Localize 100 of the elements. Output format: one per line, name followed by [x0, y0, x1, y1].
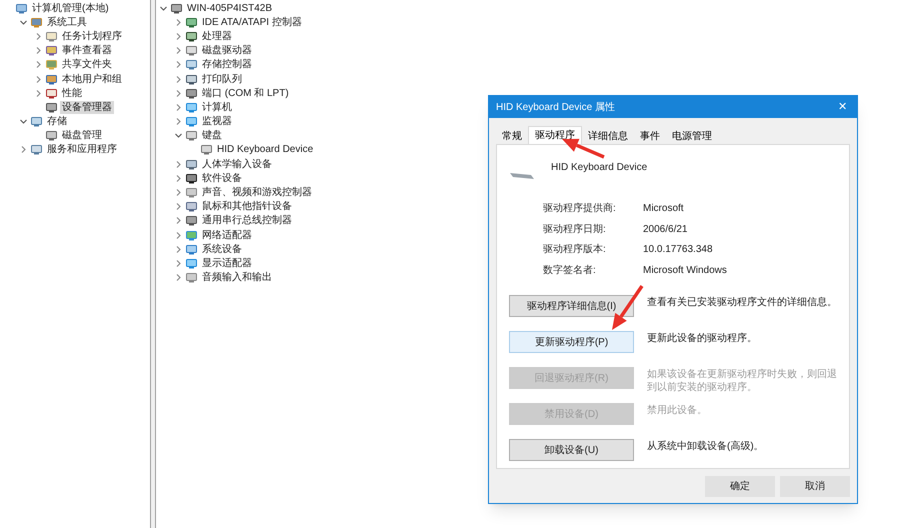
device-icon: [186, 172, 197, 184]
window-title: HID Keyboard Device 属性: [496, 100, 615, 114]
expand-chevron-icon[interactable]: [34, 32, 43, 41]
tree-item[interactable]: 端口 (COM 和 LPT): [200, 86, 291, 100]
property-label: 数字签名者:: [543, 264, 597, 278]
expand-chevron-icon[interactable]: [34, 46, 43, 56]
tree-item[interactable]: 磁盘驱动器: [200, 44, 254, 58]
action-button[interactable]: 驱动程序详细信息(I): [509, 295, 634, 317]
tab[interactable]: 常规: [496, 128, 528, 144]
tree-item[interactable]: 网络适配器: [200, 228, 254, 242]
expand-chevron-icon[interactable]: [34, 60, 43, 70]
tree-item[interactable]: 音频输入和输出: [200, 271, 274, 284]
property-value: 10.0.17763.348: [643, 243, 713, 258]
device-icon: [171, 2, 182, 14]
device-icon: [46, 59, 57, 70]
tree-item[interactable]: 显示适配器: [200, 256, 254, 270]
tree-item[interactable]: 任务计划程序: [60, 30, 124, 43]
expand-chevron-icon[interactable]: [174, 188, 183, 198]
tree-item[interactable]: 通用串行总线控制器: [200, 214, 294, 228]
tree-item[interactable]: 系统设备: [200, 242, 244, 256]
expand-chevron-icon[interactable]: [174, 244, 183, 254]
action-button[interactable]: 卸载设备(U): [509, 439, 634, 461]
expand-chevron-icon[interactable]: [174, 273, 183, 282]
expand-chevron-icon[interactable]: [174, 117, 183, 126]
device-icon: [186, 272, 197, 284]
device-icon: [46, 45, 57, 56]
tab[interactable]: 事件: [634, 128, 666, 144]
dialog-button[interactable]: 取消: [780, 476, 850, 496]
expand-chevron-icon[interactable]: [19, 145, 28, 154]
device-name: HID Keyboard Device: [551, 161, 648, 175]
expand-chevron-icon[interactable]: [174, 216, 183, 226]
device-icon: [201, 144, 212, 156]
tree-item[interactable]: 计算机: [200, 100, 234, 114]
tab[interactable]: 电源管理: [666, 128, 718, 144]
tree-item[interactable]: HID Keyboard Device: [215, 143, 316, 156]
tab[interactable]: 详细信息: [582, 128, 634, 144]
expand-chevron-icon[interactable]: [174, 202, 183, 212]
tree-item[interactable]: 设备管理器: [60, 100, 114, 114]
property-value: 2006/6/21: [643, 222, 688, 237]
tree-item[interactable]: 监视器: [200, 115, 234, 128]
close-button[interactable]: ✕: [835, 98, 850, 116]
expand-chevron-icon[interactable]: [174, 32, 183, 41]
device-icon: [46, 74, 57, 85]
tree-item[interactable]: 磁盘管理: [60, 129, 104, 142]
tree-item[interactable]: 性能: [60, 86, 84, 100]
tree-item[interactable]: 打印队列: [200, 72, 244, 86]
action-description: 禁用此设备。: [647, 404, 708, 417]
tree-item[interactable]: 本地用户和组: [60, 72, 124, 86]
collapse-chevron-icon[interactable]: [19, 18, 28, 27]
device-icon: [186, 88, 197, 99]
expand-chevron-icon[interactable]: [174, 102, 183, 112]
device-icon: [186, 201, 197, 212]
tree-item[interactable]: 声音、视频和游戏控制器: [200, 186, 314, 200]
device-icon: [186, 16, 197, 28]
tree-item[interactable]: 计算机管理(本地): [30, 2, 111, 15]
device-icon: [186, 30, 197, 42]
expand-chevron-icon[interactable]: [174, 18, 183, 27]
device-icon: [16, 2, 27, 14]
tree-item[interactable]: 系统工具: [45, 16, 89, 29]
expand-chevron-icon[interactable]: [174, 258, 183, 268]
device-icon: [186, 130, 197, 142]
tree-item[interactable]: 存储控制器: [200, 58, 254, 72]
tree-item[interactable]: IDE ATA/ATAPI 控制器: [200, 16, 304, 29]
tab[interactable]: 驱动程序: [528, 126, 582, 144]
device-icon: [31, 144, 42, 156]
tree-item[interactable]: 存储: [45, 115, 69, 128]
device-icon: [31, 116, 42, 128]
tree-item[interactable]: 鼠标和其他指针设备: [200, 200, 294, 214]
property-value: Microsoft Windows: [643, 264, 727, 278]
expand-chevron-icon[interactable]: [174, 46, 183, 56]
collapse-chevron-icon[interactable]: [19, 117, 28, 126]
property-label: 驱动程序提供商:: [543, 202, 617, 216]
property-value: Microsoft: [643, 202, 684, 216]
tree-item[interactable]: 事件查看器: [60, 44, 114, 58]
dialog-button[interactable]: 确定: [705, 476, 775, 496]
collapse-chevron-icon[interactable]: [159, 4, 168, 13]
device-icon: [46, 130, 57, 142]
expand-chevron-icon[interactable]: [34, 88, 43, 98]
expand-chevron-icon[interactable]: [34, 74, 43, 84]
device-icon: [186, 102, 197, 113]
tree-item[interactable]: 键盘: [200, 129, 224, 142]
tree-item[interactable]: 服务和应用程序: [45, 143, 119, 156]
action-button[interactable]: 更新驱动程序(P): [509, 331, 634, 353]
expand-chevron-icon[interactable]: [174, 74, 183, 84]
expand-chevron-icon[interactable]: [174, 160, 183, 169]
expand-chevron-icon[interactable]: [174, 174, 183, 183]
tree-item[interactable]: WIN-405P4IST42B: [185, 2, 274, 15]
collapse-chevron-icon[interactable]: [174, 131, 183, 140]
device-icon: [186, 59, 197, 70]
expand-chevron-icon[interactable]: [174, 230, 183, 240]
device-icon: [186, 244, 197, 255]
tree-item[interactable]: 软件设备: [200, 172, 244, 185]
device-icon: [31, 16, 42, 28]
tree-item[interactable]: 共享文件夹: [60, 58, 114, 72]
expand-chevron-icon[interactable]: [174, 60, 183, 70]
tree-item[interactable]: 处理器: [200, 30, 234, 43]
property-label: 驱动程序版本:: [543, 242, 607, 258]
expand-chevron-icon[interactable]: [174, 88, 183, 98]
tree-item[interactable]: 人体学输入设备: [200, 158, 274, 171]
annotation-arrow: [562, 138, 605, 159]
